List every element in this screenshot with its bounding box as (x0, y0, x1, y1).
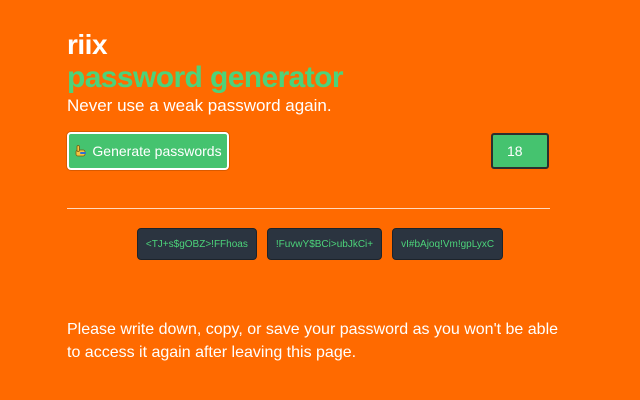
password-list: <TJ+s$gOBZ>!FFhoas !FuvwY$BCi>ubJkCi+ vI… (0, 228, 640, 260)
password-item[interactable]: <TJ+s$gOBZ>!FFhoas (136, 228, 257, 260)
divider (67, 208, 550, 209)
generate-passwords-button[interactable]: Generate passwords (67, 132, 229, 170)
page-title: password generator (67, 61, 344, 94)
password-item[interactable]: !FuvwY$BCi>ubJkCi+ (266, 228, 383, 260)
generate-passwords-label: Generate passwords (92, 143, 222, 159)
save-warning-note: Please write down, copy, or save your pa… (67, 321, 559, 361)
hand-pointing-icon (74, 144, 88, 158)
tagline: Never use a weak password again. (67, 96, 332, 115)
page: riix password generator Never use a weak… (0, 0, 640, 400)
brand-name: riix (67, 29, 108, 60)
password-length-input[interactable] (491, 133, 549, 169)
password-item[interactable]: vI#bAjoq!Vm!gpLyxC (392, 228, 504, 260)
